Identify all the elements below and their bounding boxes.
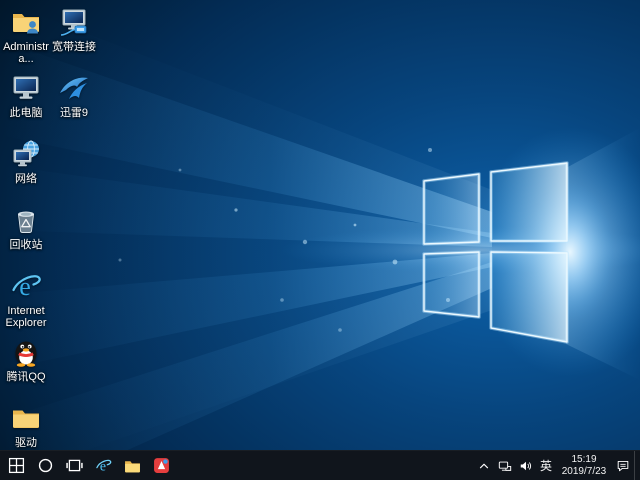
red-app-icon (153, 457, 170, 474)
cortana-search-icon (37, 457, 54, 474)
system-tray: 英 15:19 2019/7/23 (474, 451, 640, 480)
taskbar: e (0, 450, 640, 480)
desktop-icon-label: Administra... (3, 41, 49, 65)
recycle-bin-icon (10, 204, 42, 236)
desktop-icon-xunlei9[interactable]: 迅雷9 (51, 72, 97, 119)
action-center-icon (616, 459, 630, 473)
desktop-icon-administrator[interactable]: Administra... (3, 6, 49, 65)
show-desktop-button[interactable] (634, 451, 639, 480)
clock-date: 2019/7/23 (562, 466, 607, 478)
task-view-button[interactable] (60, 451, 89, 480)
desktop-icon-label: 驱动 (15, 437, 37, 449)
desktop-icon-label: 网络 (15, 173, 37, 185)
folder-icon (10, 402, 42, 434)
folder-icon (124, 457, 141, 474)
action-center-button[interactable] (613, 451, 633, 480)
network-globe-icon (10, 138, 42, 170)
taskbar-pinned-app-button[interactable] (147, 451, 176, 480)
desktop-icon-tencent-qq[interactable]: 腾讯QQ (3, 336, 49, 383)
desktop-icon-label: Internet Explorer (3, 305, 49, 329)
search-button[interactable] (31, 451, 60, 480)
taskbar-ie-button[interactable]: e (89, 451, 118, 480)
ie-icon: e (95, 457, 112, 474)
user-folder-icon (10, 6, 42, 38)
computer-icon (10, 72, 42, 104)
network-icon (498, 459, 512, 473)
hidden-icons-button[interactable] (474, 451, 494, 480)
start-button[interactable] (2, 451, 31, 480)
clock-time: 15:19 (571, 454, 596, 466)
ie-icon: e (10, 270, 42, 302)
chevron-up-icon (477, 459, 491, 473)
taskbar-file-explorer-button[interactable] (118, 451, 147, 480)
taskbar-clock[interactable]: 15:19 2019/7/23 (556, 451, 612, 480)
ime-indicator[interactable]: 英 (537, 451, 555, 480)
volume-icon (519, 459, 533, 473)
desktop-icon-driver[interactable]: 驱动 (3, 402, 49, 449)
desktop-icon-network[interactable]: 网络 (3, 138, 49, 185)
desktop-icon-label: 回收站 (10, 239, 43, 251)
desktop-icon-broadband-connection[interactable]: 宽带连接 (51, 6, 97, 53)
desktop-icon-label: 迅雷9 (60, 107, 88, 119)
desktop-icon-this-pc[interactable]: 此电脑 (3, 72, 49, 119)
desktop-icon-internet-explorer[interactable]: e Internet Explorer (3, 270, 49, 329)
xunlei-bird-icon (58, 72, 90, 104)
broadband-monitor-icon (58, 6, 90, 38)
desktop-icon-label: 腾讯QQ (6, 371, 45, 383)
desktop-icon-label: 宽带连接 (52, 41, 96, 53)
desktop-icon-recycle-bin[interactable]: 回收站 (3, 204, 49, 251)
network-tray-button[interactable] (495, 451, 515, 480)
volume-tray-button[interactable] (516, 451, 536, 480)
desktop-icon-label: 此电脑 (10, 107, 43, 119)
windows-start-icon (8, 457, 25, 474)
taskbar-left: e (0, 451, 176, 480)
task-view-icon (66, 457, 83, 474)
qq-penguin-icon (10, 336, 42, 368)
